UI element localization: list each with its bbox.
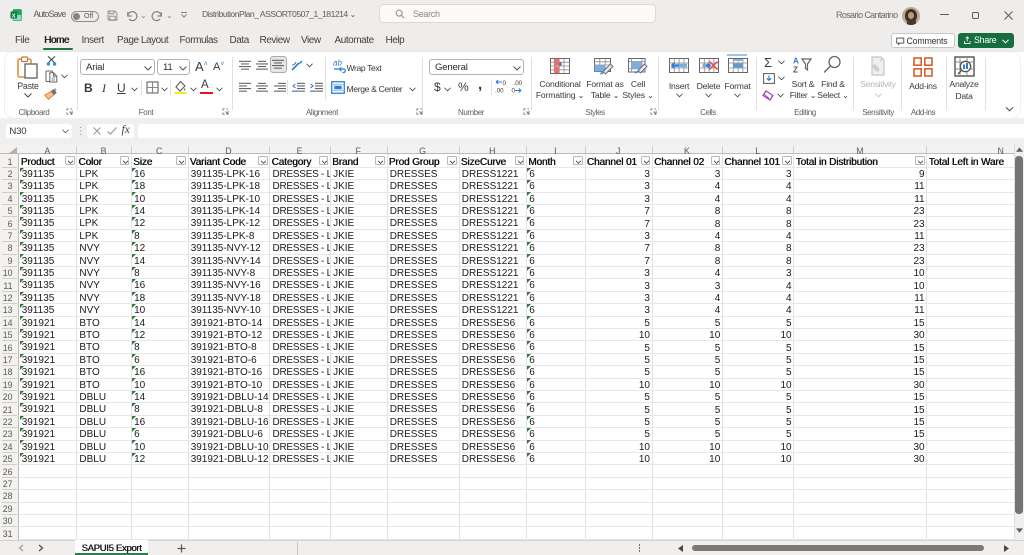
svg-text:0: 0 xyxy=(503,80,507,87)
svg-text:ab: ab xyxy=(333,59,342,68)
svg-text:.00: .00 xyxy=(495,88,504,95)
svg-text:Z: Z xyxy=(793,66,798,75)
svg-text:X: X xyxy=(12,13,16,19)
svg-text:A: A xyxy=(793,57,799,66)
